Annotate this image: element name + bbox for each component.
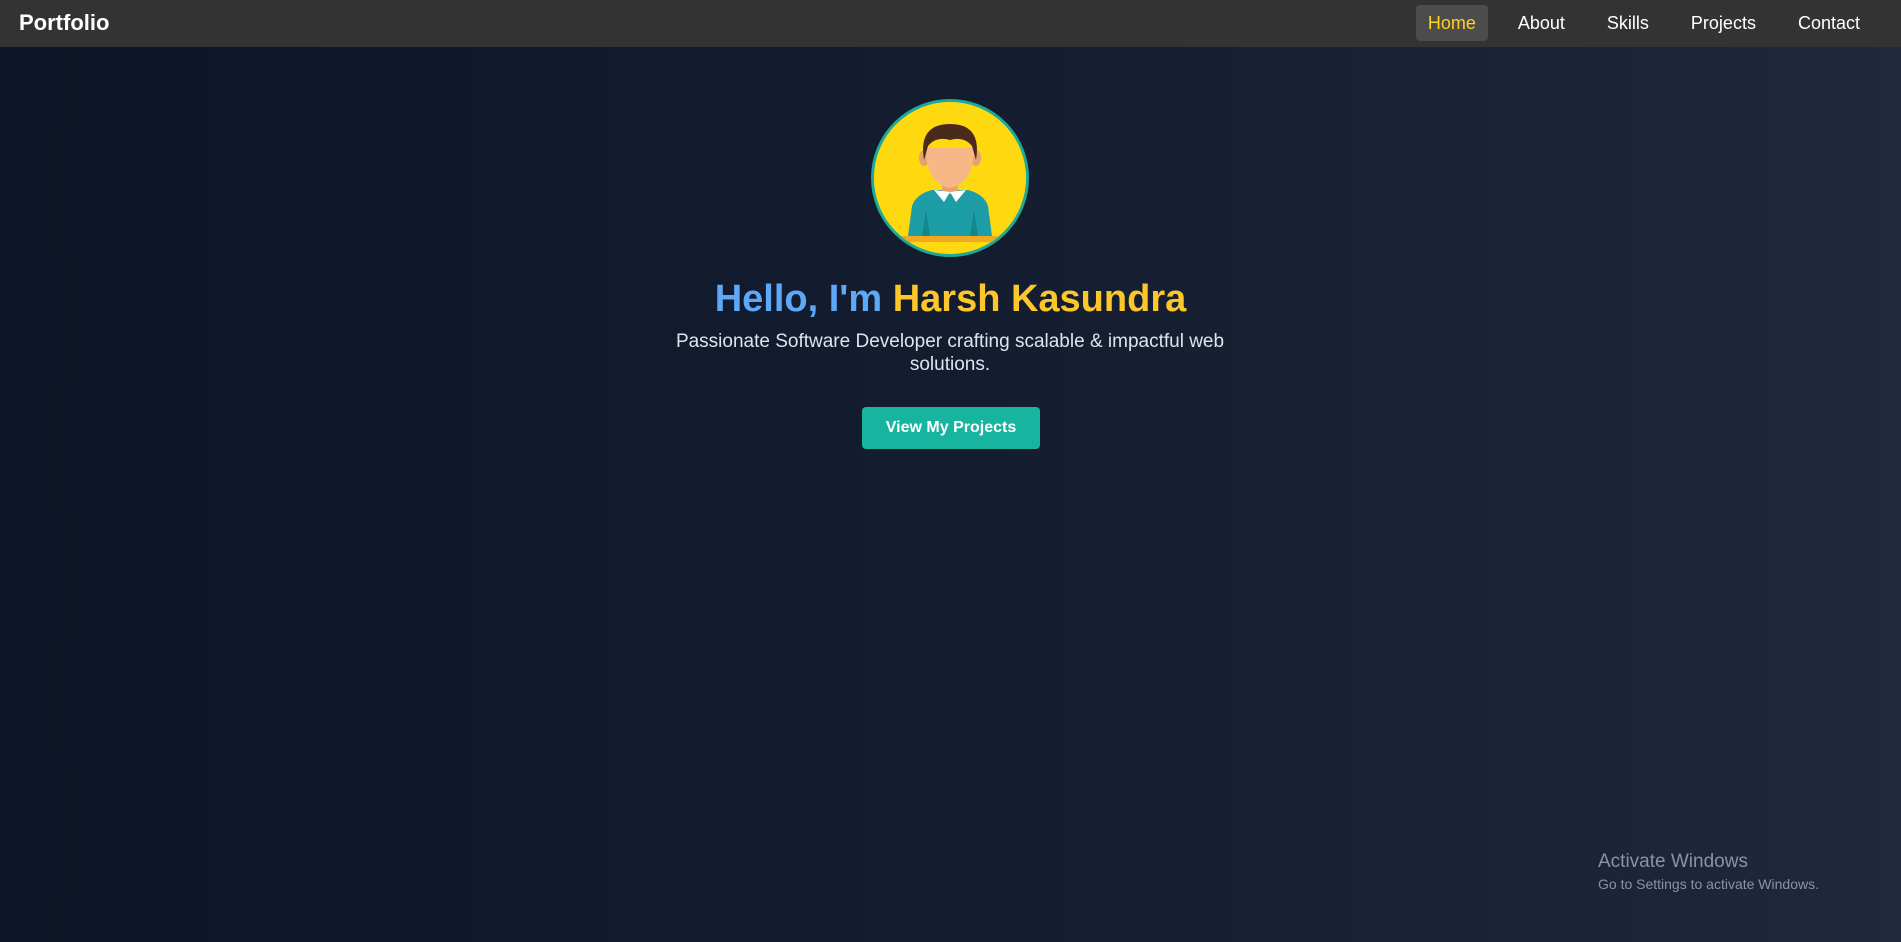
hero-name: Harsh Kasundra	[892, 278, 1187, 320]
brand-logo[interactable]: Portfolio	[19, 10, 109, 36]
hero-tagline: Passionate Software Developer crafting s…	[675, 331, 1225, 375]
windows-activation-watermark: Activate Windows Go to Settings to activ…	[1598, 850, 1819, 894]
user-avatar-icon	[874, 102, 1026, 254]
hero-headline: Hello, I'm Harsh Kasundra	[0, 277, 1901, 321]
watermark-subtitle: Go to Settings to activate Windows.	[1598, 876, 1819, 892]
nav-link-contact[interactable]: Contact	[1786, 5, 1872, 41]
nav-link-home[interactable]: Home	[1415, 5, 1488, 41]
hero-greeting: Hello, I'm	[714, 278, 883, 320]
watermark-title: Activate Windows	[1598, 851, 1748, 872]
view-projects-button[interactable]: View My Projects	[862, 407, 1040, 449]
nav-link-projects[interactable]: Projects	[1679, 5, 1768, 41]
nav-link-about[interactable]: About	[1506, 5, 1577, 41]
avatar	[871, 99, 1029, 257]
nav-link-skills[interactable]: Skills	[1595, 5, 1661, 41]
nav-links: Home About Skills Projects Contact	[1415, 5, 1872, 41]
navbar: Portfolio Home About Skills Projects Con…	[0, 0, 1901, 47]
